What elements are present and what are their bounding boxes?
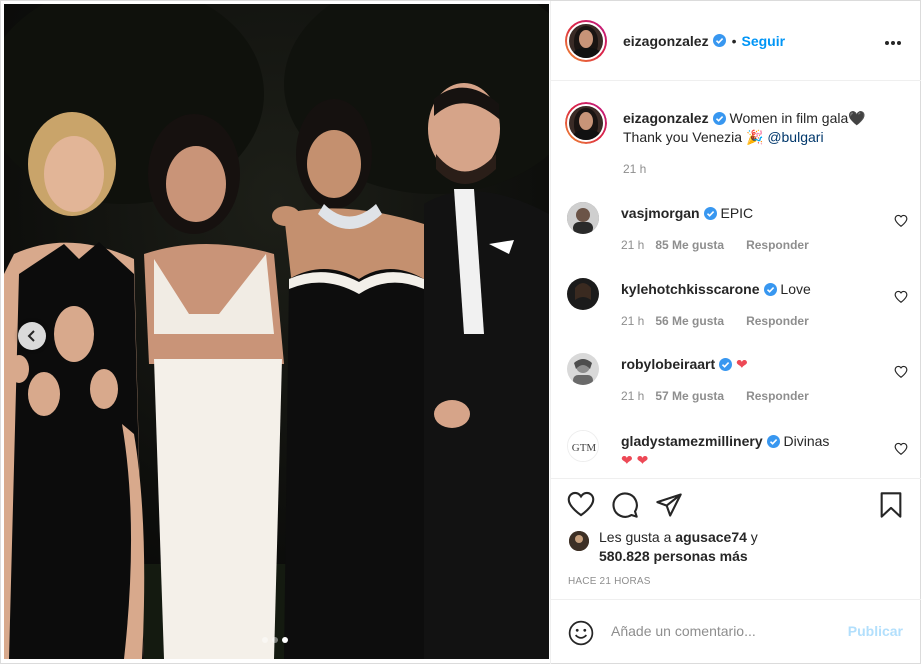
comment-avatar[interactable] [567,202,599,234]
chevron-left-icon [26,330,38,342]
post-photo[interactable] [4,4,549,659]
like-heart-icon[interactable] [567,491,595,520]
comment-username[interactable]: gladystamezmillinery [621,433,763,449]
comment-likes[interactable]: 85 Me gusta [655,238,724,252]
comment-text: robylobeiraart ❤ [621,355,883,374]
reply-button[interactable]: Responder [746,389,809,403]
verified-badge-icon [712,111,726,125]
comment-body: EPIC [720,205,754,221]
comment-time[interactable]: 21 h [621,314,644,328]
save-bookmark-icon[interactable] [878,491,904,522]
carousel-indicator [262,637,288,643]
comment-body: Divinas [783,433,830,449]
post-timestamp[interactable]: HACE 21 HORAS [568,576,651,587]
likes-suffix: y [750,529,758,545]
comment-likes[interactable]: 57 Me gusta [655,389,724,403]
caption-username[interactable]: eizagonzalez [623,110,709,126]
likes-count-link[interactable]: 580.828 personas más [599,548,748,564]
like-comment-heart-icon[interactable] [894,365,908,379]
emoji-picker-icon[interactable] [568,620,594,649]
caption-line1: Women in film gala [729,110,849,126]
carousel-prev-button[interactable] [18,322,46,350]
liker-username[interactable]: agusace74 [675,529,747,545]
comment-meta: 21 h 56 Me gusta Responder [621,314,809,328]
comment-text: kylehotchkisscarone Love [621,280,883,299]
comment-time[interactable]: 21 h [621,389,644,403]
red-heart-emoji: ❤ [736,356,748,372]
like-comment-heart-icon[interactable] [894,214,908,228]
comment-composer: Añade un comentario... Publicar [551,599,921,664]
share-paper-plane-icon[interactable] [655,491,683,522]
comment-avatar[interactable]: GTM [567,430,599,462]
post-details-panel: eizagonzalez • Seguir eizagonzalez Women… [550,1,921,664]
caption-text: eizagonzalez Women in film gala🖤 Thank y… [623,109,885,147]
author-avatar[interactable] [565,19,607,62]
comment-meta: 21 h 85 Me gusta Responder [621,238,809,252]
verified-badge-icon [719,357,733,371]
comment-username[interactable]: robylobeiraart [621,356,715,372]
reply-button[interactable]: Responder [746,314,809,328]
separator-dot: • [731,32,737,49]
like-comment-heart-icon[interactable] [894,442,908,456]
post-header: eizagonzalez • Seguir [551,1,921,81]
verified-badge-icon [703,206,717,220]
comment-username[interactable]: kylehotchkisscarone [621,281,760,297]
comments-list[interactable]: eizagonzalez Women in film gala🖤 Thank y… [551,82,921,478]
comment-time[interactable]: 21 h [621,238,644,252]
comment-likes[interactable]: 56 Me gusta [655,314,724,328]
comment-row: kylehotchkisscarone Love 21 h 56 Me gusta… [565,278,910,338]
carousel-dot [262,637,268,643]
more-options-icon[interactable] [884,33,902,49]
caption-time[interactable]: 21 h [623,162,646,176]
comment-row: robylobeiraart ❤ 21 h 57 Me gusta Responde… [565,353,910,413]
black-heart-emoji: 🖤 [848,110,866,126]
caption-line2: Thank you Venezia [623,129,743,145]
verified-badge-icon [766,434,780,448]
comment-avatar[interactable] [567,353,599,385]
comment-text: gladystamezmillinery Divinas ❤ ❤ [621,432,883,470]
comment-username[interactable]: vasjmorgan [621,205,700,221]
comment-text: vasjmorgan EPIC [621,204,883,223]
comment-row: GTM gladystamezmillinery Divinas ❤ ❤ [565,430,910,478]
liker-avatar[interactable] [569,531,589,551]
carousel-dot [272,637,278,643]
caption: eizagonzalez Women in film gala🖤 Thank y… [565,102,910,182]
red-hearts-emoji: ❤ ❤ [621,452,649,468]
verified-badge-icon [712,34,726,47]
carousel-dot-active [282,637,288,643]
party-popper-emoji: 🎉 [745,129,764,145]
follow-button[interactable]: Seguir [742,33,786,49]
comment-body: Love [780,281,811,297]
svg-text:GTM: GTM [572,442,597,454]
verified-badge-icon [763,282,777,296]
photo-image [4,4,549,659]
comment-input[interactable]: Añade un comentario... [611,623,756,639]
author-username[interactable]: eizagonzalez [623,33,709,49]
comment-row: vasjmorgan EPIC 21 h 85 Me gusta Responder [565,202,910,262]
likes-summary: Les gusta a agusace74 y 580.828 personas… [599,528,899,566]
caption-meta: 21 h [623,162,657,176]
publish-button[interactable]: Publicar [848,623,903,639]
mention-link[interactable]: @bulgari [767,129,823,145]
like-comment-heart-icon[interactable] [894,290,908,304]
post-dialog: eizagonzalez • Seguir eizagonzalez Women… [0,0,921,664]
reply-button[interactable]: Responder [746,238,809,252]
comment-avatar[interactable] [567,278,599,310]
comment-bubble-icon[interactable] [611,491,639,522]
likes-prefix: Les gusta a [599,529,672,545]
caption-avatar[interactable] [565,102,607,144]
comment-meta: 21 h 57 Me gusta Responder [621,389,809,403]
